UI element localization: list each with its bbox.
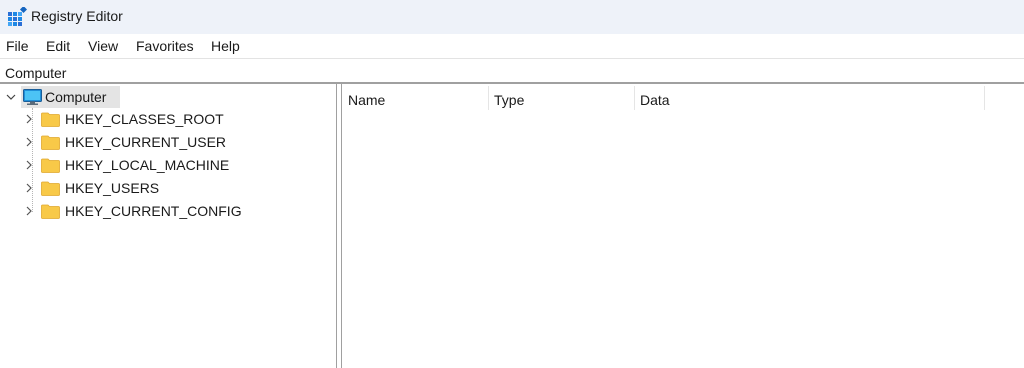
column-divider[interactable] (488, 86, 489, 110)
column-divider[interactable] (634, 86, 635, 110)
key-tree[interactable]: Computer HKEY_CLASSES_ROOT HKEY_CURRENT_… (0, 84, 336, 368)
tree-node-computer[interactable]: Computer (6, 86, 120, 108)
tree-node-hkey-users[interactable]: HKEY_USERS (24, 177, 224, 199)
menu-edit[interactable]: Edit (46, 38, 70, 54)
registry-editor-icon (8, 7, 27, 26)
column-divider[interactable] (984, 86, 985, 110)
chevron-right-icon[interactable] (24, 137, 34, 147)
folder-icon (41, 204, 60, 219)
chevron-right-icon[interactable] (24, 114, 34, 124)
menu-help[interactable]: Help (211, 38, 240, 54)
menu-file[interactable]: File (6, 38, 29, 54)
column-header-name[interactable]: Name (348, 92, 385, 118)
chevron-right-icon[interactable] (24, 183, 34, 193)
tree-node-hkey-current-user[interactable]: HKEY_CURRENT_USER (24, 131, 227, 153)
chevron-down-icon[interactable] (6, 92, 16, 102)
column-header-data[interactable]: Data (640, 92, 670, 118)
column-header-type[interactable]: Type (494, 92, 524, 118)
tree-node-hkey-current-config[interactable]: HKEY_CURRENT_CONFIG (24, 200, 244, 222)
folder-icon (41, 135, 60, 150)
address-path[interactable]: Computer (5, 65, 66, 81)
chevron-right-icon[interactable] (24, 160, 34, 170)
tree-node-label: Computer (45, 89, 107, 105)
folder-icon (41, 112, 60, 127)
menu-favorites[interactable]: Favorites (136, 38, 194, 54)
window-title: Registry Editor (31, 8, 123, 24)
tree-node-label: HKEY_USERS (65, 180, 160, 196)
tree-node-hkey-classes-root[interactable]: HKEY_CLASSES_ROOT (24, 108, 224, 130)
tree-node-hkey-local-machine[interactable]: HKEY_LOCAL_MACHINE (24, 154, 229, 176)
menu-view[interactable]: View (88, 38, 118, 54)
values-list[interactable]: Name Type Data (342, 84, 1024, 368)
tree-node-label: HKEY_CURRENT_CONFIG (65, 203, 242, 219)
menu-bar: File Edit View Favorites Help (0, 34, 1024, 58)
tree-node-label: HKEY_LOCAL_MACHINE (65, 157, 230, 173)
tree-node-label: HKEY_CURRENT_USER (65, 134, 227, 150)
tree-node-label: HKEY_CLASSES_ROOT (65, 111, 224, 127)
folder-icon (41, 181, 60, 196)
computer-icon (23, 89, 42, 105)
title-bar[interactable]: Registry Editor (0, 0, 1024, 34)
folder-icon (41, 158, 60, 173)
address-bar[interactable]: Computer (0, 58, 1024, 84)
chevron-right-icon[interactable] (24, 206, 34, 216)
